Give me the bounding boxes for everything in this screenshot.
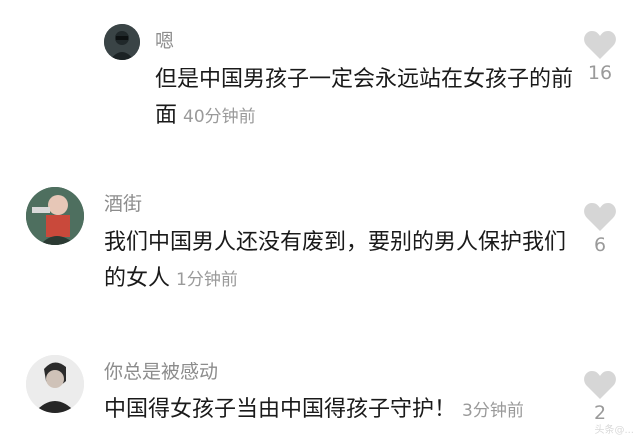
heart-icon	[584, 203, 616, 231]
like-button[interactable]: 6	[580, 202, 620, 256]
heart-icon	[584, 371, 616, 399]
comment-username[interactable]: 酒街	[104, 193, 142, 215]
comment-text-tail: 中国得女孩子当由中国得孩子守护！	[104, 397, 457, 422]
comment-item: 你总是被感动 中国得女孩子当由中国得孩子守护！ 3分钟前 2	[0, 0, 640, 424]
avatar-image	[26, 355, 84, 413]
avatar[interactable]	[26, 355, 84, 413]
comment-time: 3分钟前	[462, 401, 524, 421]
avatar-image	[26, 187, 84, 245]
comment-time: 1分钟前	[176, 270, 238, 290]
comment-text-tail: 的女人	[104, 266, 171, 291]
like-button[interactable]: 2	[580, 370, 620, 424]
comment-username[interactable]: 你总是被感动	[104, 361, 218, 383]
comment-text-line: 我们中国男人还没有废到，要别的男人保护我们	[104, 230, 567, 255]
comment-text-line: 的女人 1分钟前	[104, 261, 566, 298]
comment-text: 我们中国男人还没有废到，要别的男人保护我们 的女人 1分钟前	[104, 225, 566, 298]
watermark: 头条@...	[594, 425, 634, 436]
comment-text: 中国得女孩子当由中国得孩子守护！ 3分钟前	[104, 392, 524, 429]
comment-text-line: 中国得女孩子当由中国得孩子守护！ 3分钟前	[104, 392, 524, 429]
like-count: 6	[593, 234, 607, 256]
avatar[interactable]	[26, 187, 84, 245]
